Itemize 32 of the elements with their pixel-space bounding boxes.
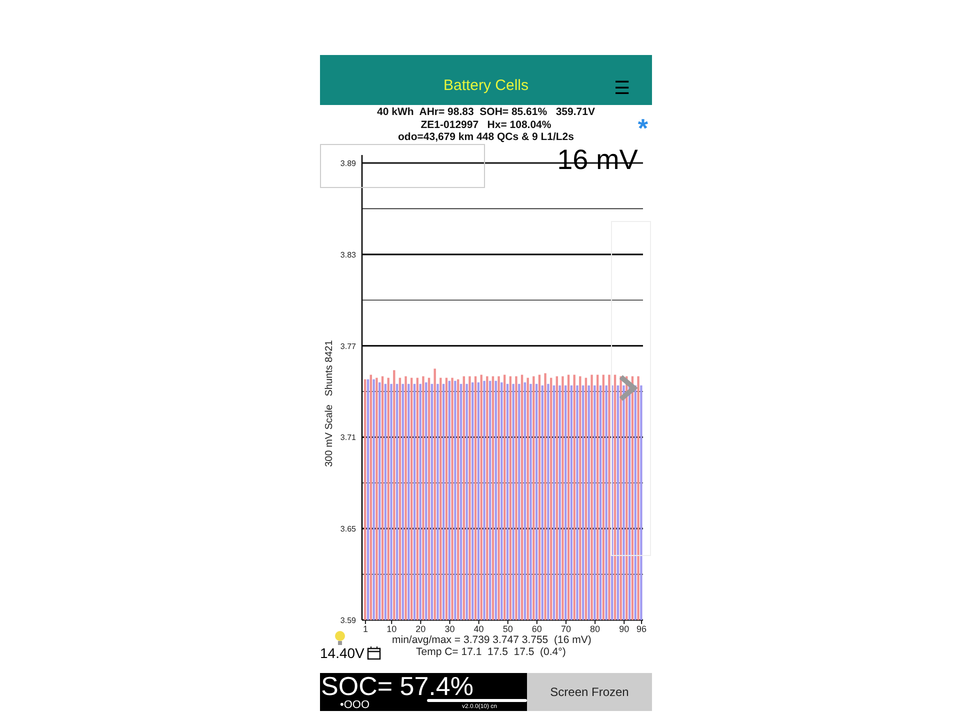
stats-line: min/avg/max = 3.739 3.747 3.755 (16 mV) — [392, 634, 592, 646]
x-tick-label: 96 — [636, 624, 647, 634]
screen-frozen-button[interactable]: Screen Frozen — [527, 672, 652, 710]
x-tick-label: 50 — [502, 624, 513, 634]
info-line: odo=43,679 km 448 QCs & 9 L1/L2s — [398, 131, 574, 144]
soc-reading: SOC= 57.4% — [320, 672, 474, 698]
y-tick-label: 3.83 — [340, 250, 356, 259]
x-tick-label: 10 — [386, 624, 397, 634]
x-tick-label: 60 — [532, 624, 542, 634]
x-tick-label: 1 — [362, 624, 368, 634]
x-tick-label: 80 — [590, 624, 600, 634]
y-tick-label: 3.89 — [340, 158, 356, 168]
lightbulb-icon[interactable] — [334, 630, 346, 646]
calendar-icon[interactable] — [367, 646, 382, 660]
info-line: 40 kWh AHr= 98.83 SOH= 85.61% 359.71V — [377, 106, 595, 118]
x-tick-label: 20 — [416, 624, 426, 634]
y-tick-label: 3.71 — [340, 432, 356, 442]
axis-label: 300 mV Scale Shunts 8421 — [322, 340, 336, 467]
chevron-icon[interactable] — [617, 374, 639, 402]
y-tick-label: 3.77 — [340, 341, 356, 350]
x-tick-label: 90 — [619, 624, 630, 634]
screen-title: Battery Cells — [443, 76, 529, 96]
menu-icon[interactable]: ☰ — [614, 79, 630, 97]
y-tick-label: 3.59 — [340, 616, 356, 624]
page-dots[interactable]: •OOO — [340, 698, 370, 710]
stats-line: Temp C= 17.1 17.5 17.5 (0.4°) — [416, 646, 567, 658]
aux-voltage: 14.40V — [320, 646, 364, 660]
x-tick-label: 70 — [560, 624, 571, 634]
y-tick-label: 3.65 — [340, 524, 356, 534]
info-line: ZE1-012997 Hx= 108.04% — [420, 118, 552, 131]
x-tick-label: 30 — [444, 624, 455, 634]
x-tick-label: 40 — [474, 624, 484, 634]
